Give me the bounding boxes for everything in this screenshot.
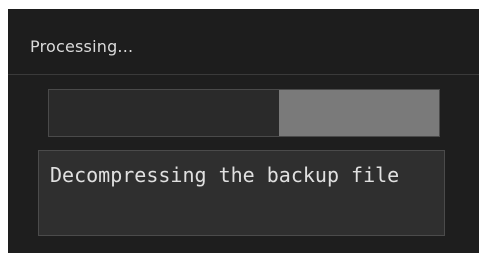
progress-bar-fill — [279, 90, 439, 136]
dialog-title: Processing... — [30, 37, 134, 56]
dialog-titlebar: Processing... — [8, 9, 479, 75]
status-message: Decompressing the backup file — [50, 163, 400, 187]
status-message-box: Decompressing the backup file — [38, 150, 445, 236]
progress-bar — [48, 89, 440, 137]
processing-dialog: Processing... Decompressing the backup f… — [8, 9, 479, 253]
